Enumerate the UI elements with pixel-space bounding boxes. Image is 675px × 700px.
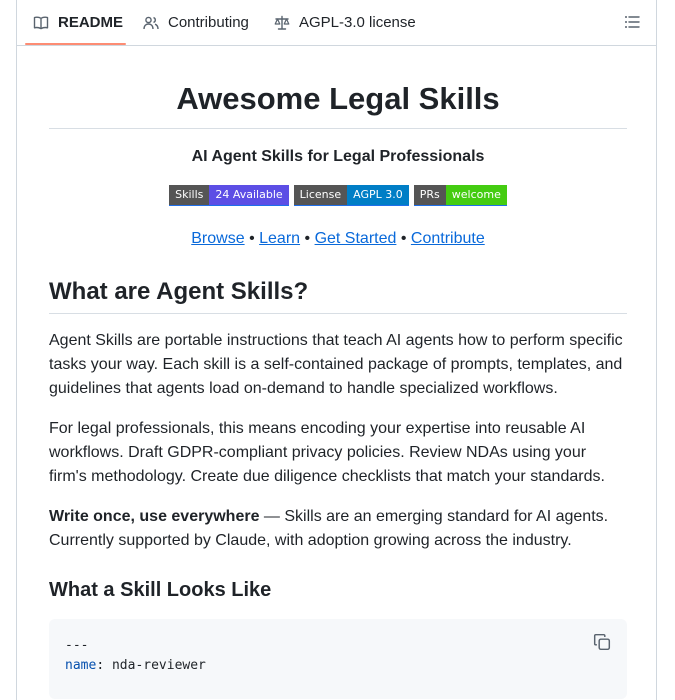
tab-readme-label: README [58, 14, 124, 31]
copy-icon [593, 633, 611, 651]
section-divider [49, 313, 627, 314]
section-heading: What are Agent Skills? [49, 278, 309, 305]
people-icon [143, 16, 159, 29]
active-tab-indicator [25, 43, 126, 45]
badge-prs-label: PRs [413, 185, 446, 205]
tab-readme[interactable]: README [33, 0, 123, 45]
tab-license[interactable]: AGPL-3.0 license [274, 0, 416, 45]
paragraph-legal: For legal professionals, this means enco… [49, 420, 605, 485]
link-contribute[interactable]: Contribute [411, 230, 485, 247]
link-separator: • [249, 230, 255, 247]
link-separator: • [400, 230, 407, 247]
code-key: name [65, 658, 97, 673]
link-separator: • [304, 230, 311, 247]
link-browse[interactable]: Browse [191, 230, 244, 247]
law-icon [274, 15, 290, 30]
badge-license[interactable]: License AGPL 3.0 [293, 185, 409, 206]
outline-button[interactable] [624, 14, 640, 35]
title-divider [49, 128, 627, 129]
code-line-1: --- [65, 638, 89, 653]
badge-skills-label: Skills [169, 185, 210, 205]
readme-subtitle: AI Agent Skills for Legal Professionals [191, 148, 485, 165]
tab-contributing-label: Contributing [168, 14, 249, 31]
code-text: --- name: nda-reviewer [65, 636, 206, 676]
paragraph-write-once: Write once, use everywhere — Skills are … [49, 505, 627, 553]
readme-tabs: README Contributing AGPL-3.0 license [17, 0, 656, 46]
badge-prs[interactable]: PRs welcome [413, 185, 507, 206]
link-get-started[interactable]: Get Started [315, 230, 397, 247]
tab-contributing[interactable]: Contributing [143, 0, 249, 45]
code-line-2-rest: : nda-reviewer [96, 658, 206, 673]
badge-row: Skills 24 Available License AGPL 3.0 PRs… [49, 185, 627, 206]
paragraph-write-once-bold: Write once, use everywhere [49, 508, 260, 525]
badge-prs-value: welcome [445, 185, 507, 205]
list-unordered-icon [625, 16, 640, 28]
readme-title: Awesome Legal Skills [176, 81, 500, 116]
subheading: What a Skill Looks Like [49, 579, 272, 601]
code-block: --- name: nda-reviewer [49, 619, 627, 699]
copy-button[interactable] [593, 633, 611, 656]
badge-license-label: License [293, 185, 348, 205]
tab-license-label: AGPL-3.0 license [299, 14, 416, 31]
badge-skills[interactable]: Skills 24 Available [169, 185, 289, 206]
nav-links: Browse • Learn • Get Started • Contribut… [49, 228, 627, 250]
badge-license-value: AGPL 3.0 [347, 185, 409, 205]
book-icon [33, 15, 49, 29]
link-learn[interactable]: Learn [259, 230, 300, 247]
readme-panel: README Contributing AGPL-3.0 license Awe… [16, 0, 657, 700]
badge-skills-value: 24 Available [209, 185, 289, 205]
paragraph-intro: Agent Skills are portable instructions t… [49, 332, 623, 397]
